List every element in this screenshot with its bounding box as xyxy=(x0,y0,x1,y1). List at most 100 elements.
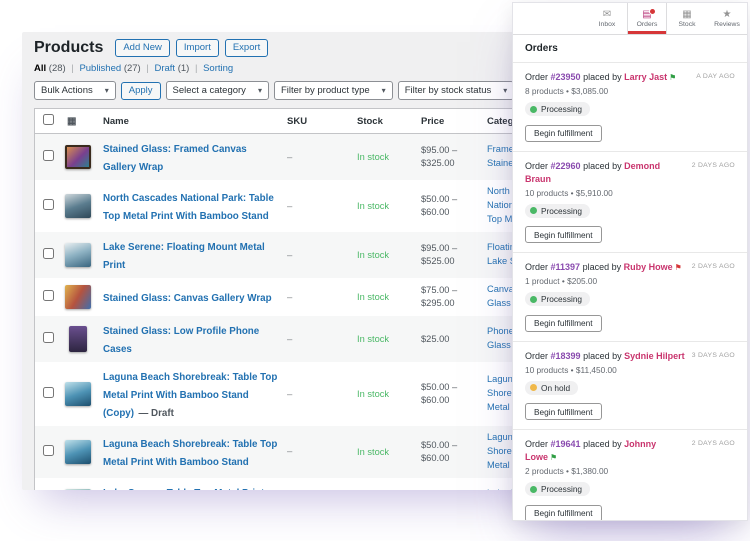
view-sorting-link[interactable]: Sorting xyxy=(203,63,233,74)
order-title: Order #18399 placed by Sydnie Hilpert xyxy=(525,350,686,363)
product-thumbnail[interactable] xyxy=(65,194,91,219)
tab-stock[interactable]: Stock xyxy=(667,3,707,34)
stock-icon xyxy=(682,10,691,20)
column-header-name[interactable]: Name xyxy=(103,116,287,127)
order-summary: 1 product • $205.00 xyxy=(525,276,598,287)
sku-value: – xyxy=(287,333,293,345)
begin-fulfillment-button[interactable]: Begin fulfillment xyxy=(525,226,602,244)
row-checkbox[interactable] xyxy=(42,248,54,260)
status-dot-icon xyxy=(530,384,537,392)
chevron-down-icon xyxy=(382,85,386,96)
tab-reviews-label: Reviews xyxy=(714,20,740,28)
select-all-checkbox[interactable] xyxy=(42,114,54,126)
bulk-actions-label: Bulk Actions xyxy=(41,85,93,97)
product-thumbnail[interactable] xyxy=(65,145,91,170)
order-item: Order #18399 placed by Sydnie Hilpert 3 … xyxy=(513,342,747,431)
product-thumbnail[interactable] xyxy=(65,488,91,490)
sku-value: – xyxy=(287,151,293,163)
bulk-actions-select[interactable]: Bulk Actions xyxy=(34,81,116,101)
order-word: Order xyxy=(525,262,549,273)
order-number-link[interactable]: #23950 xyxy=(551,72,581,82)
product-thumbnail[interactable] xyxy=(69,326,87,353)
order-number-link[interactable]: #18399 xyxy=(551,351,581,361)
tab-inbox[interactable]: Inbox xyxy=(587,3,627,34)
order-timestamp: 2 DAYS AGO xyxy=(691,440,735,448)
product-thumbnail[interactable] xyxy=(65,243,91,268)
price-value: $95.00 – $325.00 xyxy=(421,145,458,169)
customer-link[interactable]: Sydnie Hilpert xyxy=(624,351,685,361)
sku-value: – xyxy=(287,446,293,458)
product-thumbnail[interactable] xyxy=(65,439,91,464)
image-column-icon xyxy=(61,116,76,127)
column-header-sku[interactable]: SKU xyxy=(287,116,357,127)
product-name-link[interactable]: Stained Glass: Low Profile Phone Cases xyxy=(103,326,259,355)
product-name-link[interactable]: Lake Serene: Table Top Metal Print With … xyxy=(103,488,264,490)
order-title: Order #19641 placed by Johnny Lowe xyxy=(525,438,686,464)
order-status-badge: Processing xyxy=(525,102,591,117)
column-header-price[interactable]: Price xyxy=(421,116,487,127)
order-timestamp: 2 DAYS AGO xyxy=(691,161,735,169)
tab-inbox-label: Inbox xyxy=(598,20,616,28)
row-checkbox[interactable] xyxy=(42,199,54,211)
order-timestamp: 3 DAYS AGO xyxy=(691,351,735,359)
stock-status: In stock xyxy=(357,446,390,457)
sku-value: – xyxy=(287,388,293,400)
category-select[interactable]: Select a category xyxy=(165,81,269,101)
product-name-link[interactable]: Stained Glass: Framed Canvas Gallery Wra… xyxy=(103,144,247,173)
begin-fulfillment-button[interactable]: Begin fulfillment xyxy=(525,124,602,142)
add-new-button[interactable]: Add New xyxy=(115,39,170,58)
order-header: Order #11397 placed by Ruby Howe 2 DAYS … xyxy=(525,261,735,274)
begin-fulfillment-button[interactable]: Begin fulfillment xyxy=(525,504,602,520)
begin-fulfillment-button[interactable]: Begin fulfillment xyxy=(525,314,602,332)
product-name-link[interactable]: Stained Glass: Canvas Gallery Wrap xyxy=(103,293,272,304)
view-draft-link[interactable]: Draft xyxy=(154,63,175,74)
product-name-link[interactable]: Lake Serene: Floating Mount Metal Print xyxy=(103,242,265,271)
stock-status-select-label: Filter by stock status xyxy=(404,85,492,97)
view-all-link[interactable]: All xyxy=(34,63,46,74)
placed-by-text: placed by xyxy=(583,72,622,82)
stock-status-select[interactable]: Filter by stock status xyxy=(397,81,515,101)
order-title: Order #23950 placed by Larry Jast xyxy=(525,71,676,84)
order-number-link[interactable]: #22960 xyxy=(551,161,581,171)
stock-status: In stock xyxy=(357,152,390,163)
export-button[interactable]: Export xyxy=(224,39,269,58)
stock-status: In stock xyxy=(357,250,390,261)
row-checkbox[interactable] xyxy=(42,290,54,302)
flag-icon xyxy=(675,263,682,272)
product-name-link[interactable]: North Cascades National Park: Table Top … xyxy=(103,193,274,222)
tab-stock-label: Stock xyxy=(678,20,696,28)
product-type-select-label: Filter by product type xyxy=(280,85,370,97)
placed-by-text: placed by xyxy=(582,262,622,273)
product-type-select[interactable]: Filter by product type xyxy=(273,81,393,101)
order-summary: 10 products • $5,910.00 xyxy=(525,187,613,198)
order-header: Order #23950 placed by Larry Jast A DAY … xyxy=(525,71,735,84)
customer-link[interactable]: Larry Jast xyxy=(624,72,667,82)
apply-button[interactable]: Apply xyxy=(120,81,161,101)
customer-link[interactable]: Ruby Howe xyxy=(624,262,673,272)
status-dot-icon xyxy=(530,295,537,303)
product-name-link[interactable]: Laguna Beach Shorebreak: Table Top Metal… xyxy=(103,372,277,419)
placed-by-text: placed by xyxy=(583,350,622,361)
row-checkbox[interactable] xyxy=(42,387,54,399)
sku-value: – xyxy=(287,291,293,303)
row-checkbox[interactable] xyxy=(42,444,54,456)
product-thumbnail[interactable] xyxy=(65,285,91,310)
tab-orders[interactable]: Orders xyxy=(627,3,667,34)
order-item: Order #19641 placed by Johnny Lowe 2 DAY… xyxy=(513,430,747,520)
column-header-stock[interactable]: Stock xyxy=(357,116,421,127)
view-published-link[interactable]: Published xyxy=(79,63,121,74)
order-number-link[interactable]: #19641 xyxy=(551,439,581,449)
product-name-link[interactable]: Laguna Beach Shorebreak: Table Top Metal… xyxy=(103,439,277,468)
row-checkbox[interactable] xyxy=(42,150,54,162)
product-thumbnail[interactable] xyxy=(65,382,91,407)
activity-panel: Inbox Orders Stock Reviews Orders xyxy=(512,2,748,521)
begin-fulfillment-button[interactable]: Begin fulfillment xyxy=(525,403,602,421)
placed-by-text: placed by xyxy=(583,160,622,171)
status-label: Processing xyxy=(541,484,583,495)
sku-value: – xyxy=(287,249,293,261)
import-button[interactable]: Import xyxy=(175,39,219,58)
order-number-link[interactable]: #11397 xyxy=(551,262,581,272)
tab-reviews[interactable]: Reviews xyxy=(707,3,747,34)
order-timestamp: A DAY AGO xyxy=(696,73,735,80)
row-checkbox[interactable] xyxy=(42,332,54,344)
